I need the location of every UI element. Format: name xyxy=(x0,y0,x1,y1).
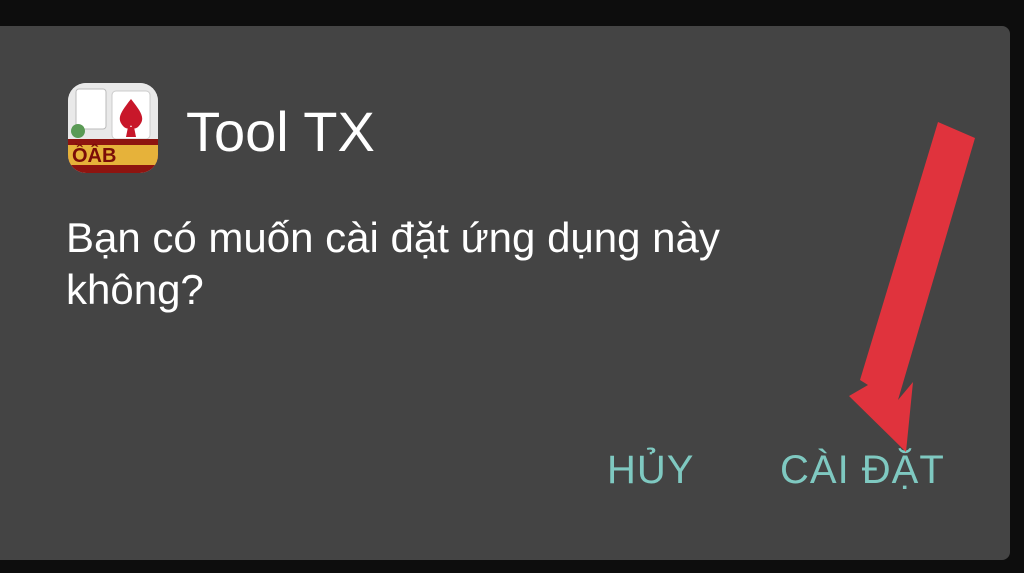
svg-text:ỒÂB: ỒÂB xyxy=(72,143,116,167)
install-button[interactable]: CÀI ĐẶT xyxy=(780,446,945,494)
cancel-button[interactable]: HỦY xyxy=(607,446,694,494)
screen: ỒÂB Tool TX Bạn có muốn cài đặt ứng dụng… xyxy=(0,0,1024,573)
dialog-message: Bạn có muốn cài đặt ứng dụng này không? xyxy=(66,214,720,313)
install-dialog: ỒÂB Tool TX Bạn có muốn cài đặt ứng dụng… xyxy=(0,26,1010,560)
app-title: Tool TX xyxy=(186,100,375,163)
app-icon: ỒÂB xyxy=(68,83,158,173)
game-app-icon: ỒÂB xyxy=(68,83,158,173)
